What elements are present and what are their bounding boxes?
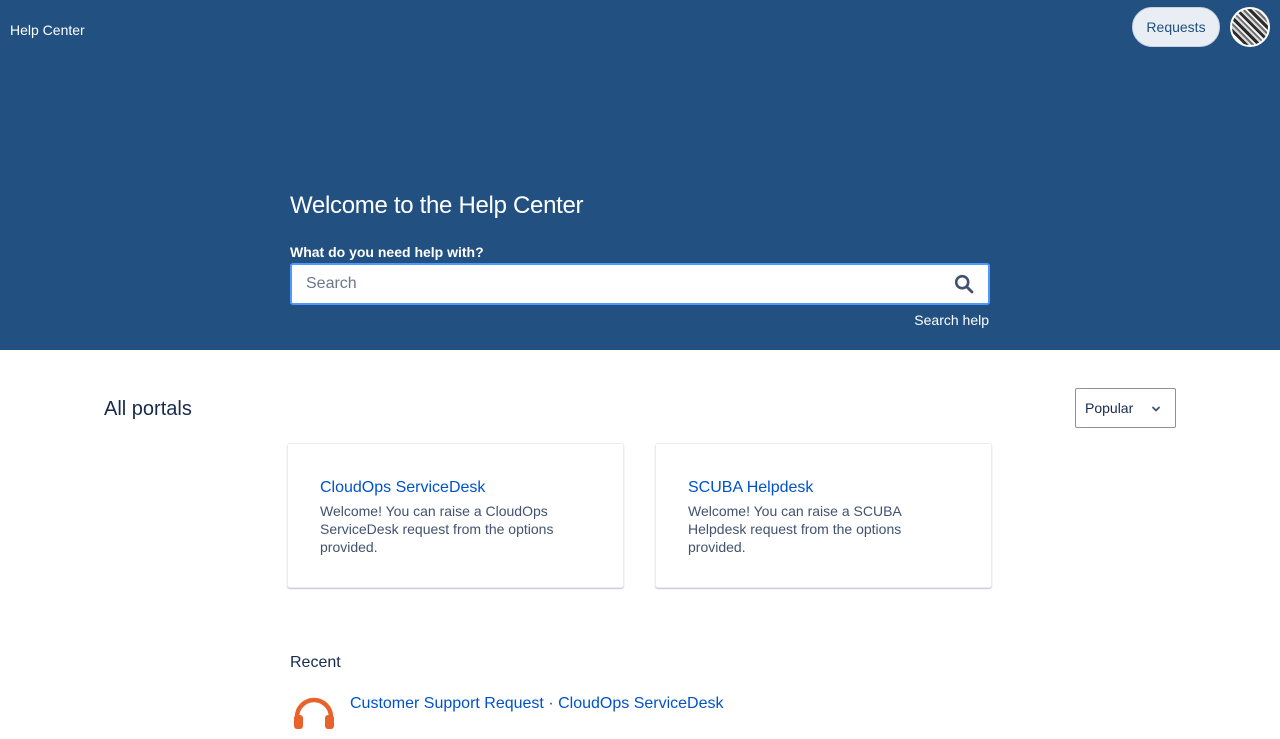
search-box <box>290 263 990 305</box>
search-input[interactable] <box>292 265 932 303</box>
search-icon[interactable] <box>954 274 974 294</box>
portal-sort-value: Popular <box>1085 400 1134 416</box>
portal-card-description: Welcome! You can raise a CloudOps Servic… <box>320 503 554 555</box>
portal-card-description: Welcome! You can raise a SCUBA Helpdesk … <box>688 503 902 555</box>
portal-card-title[interactable]: CloudOps ServiceDesk <box>320 478 591 498</box>
page-title: Welcome to the Help Center <box>290 192 584 219</box>
portal-card-title[interactable]: SCUBA Helpdesk <box>688 478 959 498</box>
headset-icon <box>294 697 334 729</box>
chevron-down-icon <box>1152 406 1160 412</box>
portal-sort-select[interactable]: Popular <box>1075 388 1176 428</box>
search-help-link[interactable]: Search help <box>914 312 989 328</box>
all-portals-heading: All portals <box>104 398 192 420</box>
recent-item-link[interactable]: Customer Support Request · CloudOps Serv… <box>350 694 724 714</box>
avatar[interactable] <box>1230 7 1270 47</box>
portal-card-scuba-helpdesk[interactable]: SCUBA Helpdesk Welcome! You can raise a … <box>655 443 992 588</box>
requests-button[interactable]: Requests <box>1132 7 1220 47</box>
help-center-brand[interactable]: Help Center <box>10 21 85 39</box>
portal-card-cloudops-servicedesk[interactable]: CloudOps ServiceDesk Welcome! You can ra… <box>287 443 624 588</box>
hero-banner: Help Center Requests Welcome to the Help… <box>0 0 1280 350</box>
recent-heading: Recent <box>290 654 341 671</box>
search-label: What do you need help with? <box>290 244 484 260</box>
